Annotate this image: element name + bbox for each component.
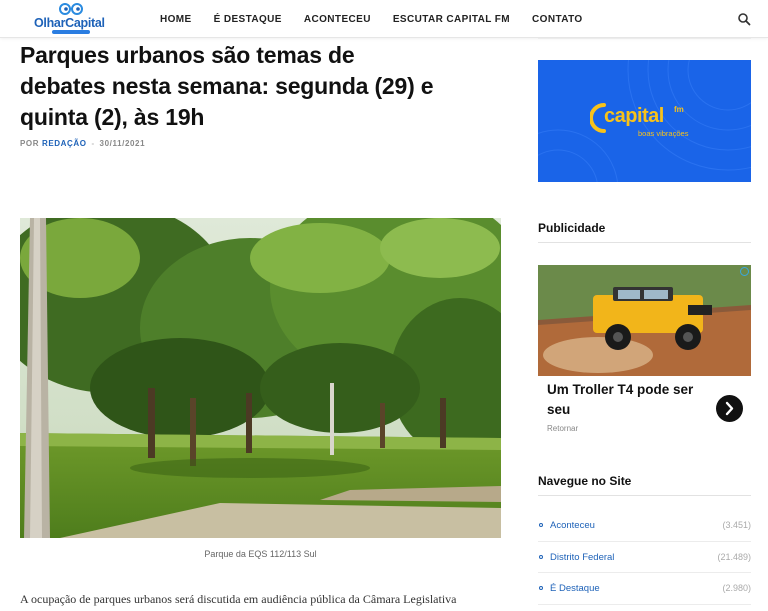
main-nav: HOME É DESTAQUE ACONTECEU ESCUTAR CAPITA… <box>160 0 605 38</box>
article-photo <box>20 218 501 538</box>
nav-escutar-capital-fm[interactable]: ESCUTAR CAPITAL FM <box>393 14 510 25</box>
bullet-icon <box>539 554 543 559</box>
meta-author-link[interactable]: REDAÇÃO <box>42 139 87 148</box>
bullet-icon <box>539 523 543 527</box>
article-meta: POR REDAÇÃO - 30/11/2021 <box>20 139 145 148</box>
nav-contato[interactable]: CONTATO <box>532 14 583 25</box>
category-item[interactable]: É Destaque (2.980) <box>538 573 751 605</box>
ad-image <box>538 265 751 376</box>
category-count: (3.451) <box>722 520 751 530</box>
category-list: Aconteceu (3.451) Distrito Federal (21.4… <box>538 510 751 605</box>
capital-fm-label: fm <box>674 105 684 114</box>
ad-jeep-illustration <box>538 265 751 376</box>
meta-date: 30/11/2021 <box>99 139 146 148</box>
ad-source: Retornar <box>547 424 579 433</box>
nav-home[interactable]: HOME <box>160 14 192 25</box>
capital-fm-banner[interactable]: capital fm boas vibrações <box>538 60 751 182</box>
navegue-title: Navegue no Site <box>538 474 632 488</box>
category-item[interactable]: Distrito Federal (21.489) <box>538 542 751 573</box>
meta-by: POR <box>20 139 40 148</box>
publicidade-divider <box>538 242 751 243</box>
nav-e-destaque[interactable]: É DESTAQUE <box>214 14 282 25</box>
category-count: (2.980) <box>722 583 751 593</box>
site-logo[interactable]: OlharCapital <box>34 3 108 35</box>
search-icon[interactable] <box>737 12 751 26</box>
category-count: (21.489) <box>717 551 751 562</box>
category-label[interactable]: Distrito Federal <box>550 552 614 563</box>
chevron-right-icon <box>725 401 734 416</box>
ad-info-icon[interactable] <box>740 267 749 276</box>
photo-caption: Parque da EQS 112/113 Sul <box>204 549 317 559</box>
category-label[interactable]: Aconteceu <box>550 520 595 531</box>
article-title: Parques urbanos são temas de debates nes… <box>20 42 434 130</box>
publicidade-title: Publicidade <box>538 221 606 235</box>
ad-headline[interactable]: Um Troller T4 pode ser seu <box>547 380 707 420</box>
park-photo-illustration <box>20 218 501 538</box>
troller-ad[interactable]: Um Troller T4 pode ser seu Retornar <box>538 265 751 440</box>
capital-slogan: boas vibrações <box>638 129 689 138</box>
logo-eyes-icon <box>59 3 83 15</box>
capital-fm-logo: capital fm boas vibrações <box>590 102 700 142</box>
logo-text: OlharCapital <box>34 16 105 30</box>
category-item[interactable]: Aconteceu (3.451) <box>538 510 751 542</box>
logo-tagline-bar <box>52 30 90 34</box>
article-body-text: A ocupação de parques urbanos será discu… <box>20 592 457 606</box>
category-label[interactable]: É Destaque <box>550 583 600 594</box>
navegue-divider <box>538 495 751 496</box>
sidebar-top-divider <box>538 38 751 39</box>
capital-brand: capital <box>604 105 664 127</box>
bullet-icon <box>539 586 543 590</box>
site-header: OlharCapital HOME É DESTAQUE ACONTECEU E… <box>0 0 768 38</box>
nav-aconteceu[interactable]: ACONTECEU <box>304 14 371 25</box>
ad-next-button[interactable] <box>716 395 743 422</box>
meta-separator: - <box>91 139 95 148</box>
